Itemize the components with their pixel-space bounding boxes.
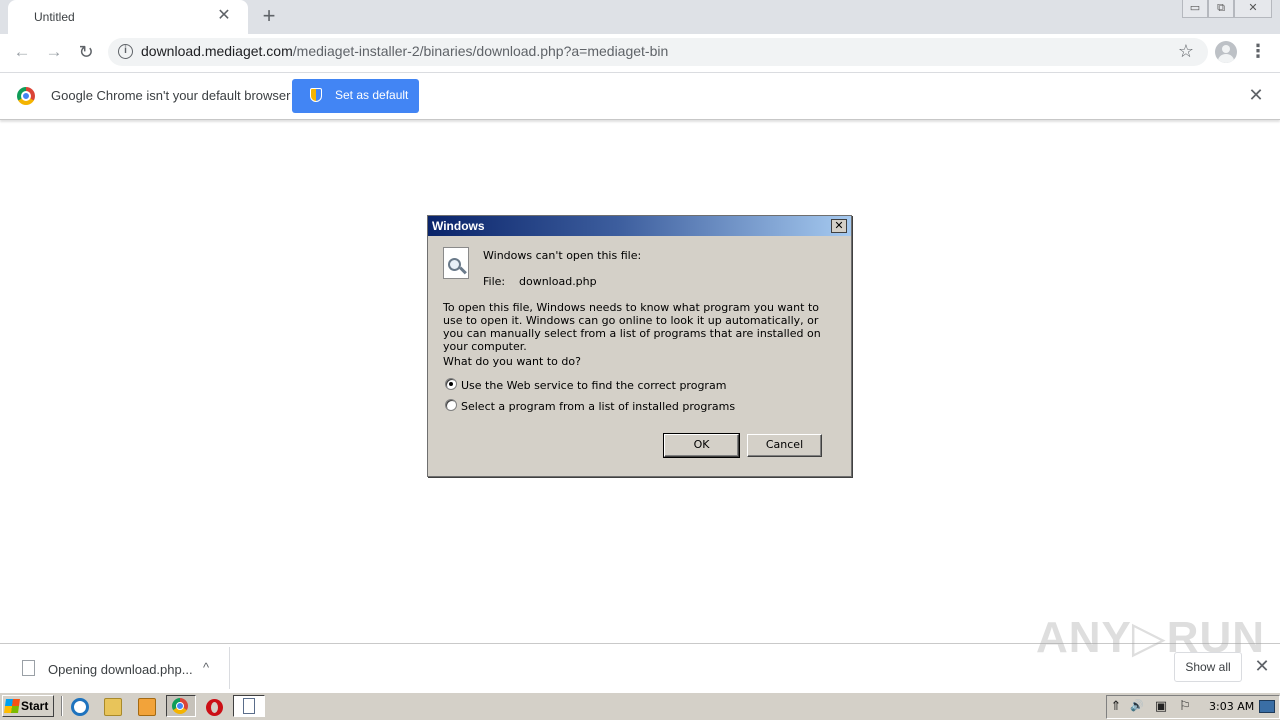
folder-icon[interactable] — [104, 698, 122, 716]
back-button[interactable]: ← — [11, 42, 33, 64]
reload-button[interactable]: ↻ — [75, 42, 97, 64]
file-search-icon — [443, 247, 469, 279]
chrome-icon-center — [176, 702, 184, 710]
start-label: Start — [21, 699, 49, 713]
minimize-button[interactable]: ▭ — [1182, 0, 1208, 18]
dialog-close-icon[interactable]: ✕ — [831, 219, 847, 233]
dialog-question: What do you want to do? — [443, 355, 581, 368]
media-player-icon[interactable] — [138, 698, 156, 716]
infobar-close-icon[interactable]: ✕ — [1248, 86, 1264, 104]
radio-web-service-label[interactable]: Use the Web service to find the correct … — [461, 379, 726, 392]
opera-icon[interactable] — [206, 699, 223, 716]
tab-close-icon[interactable]: ✕ — [216, 8, 232, 24]
internet-explorer-icon[interactable] — [71, 698, 89, 716]
dialog-title: Windows — [432, 219, 485, 233]
cancel-button[interactable]: Cancel — [747, 434, 822, 457]
new-tab-button[interactable]: + — [258, 5, 280, 28]
dialog-description: To open this file, Windows needs to know… — [443, 301, 821, 353]
file-name: download.php — [519, 275, 597, 288]
file-icon — [22, 660, 35, 676]
uac-shield-icon — [310, 88, 322, 102]
radio-selected-dot — [449, 382, 453, 386]
file-label: File: — [483, 275, 506, 288]
dialog-titlebar[interactable] — [428, 216, 851, 236]
radio-installed-programs-label[interactable]: Select a program from a list of installe… — [461, 400, 735, 413]
infobar-message: Google Chrome isn't your default browser — [51, 88, 291, 103]
url-path: /mediaget-installer-2/binaries/download.… — [292, 43, 669, 59]
download-item-text: Opening download.php... — [48, 662, 193, 677]
avatar-body — [1218, 54, 1234, 63]
chrome-logo-center — [21, 91, 31, 101]
url-text[interactable]: download.mediaget.com/mediaget-installer… — [141, 43, 668, 59]
profile-avatar-icon[interactable] — [1215, 41, 1237, 63]
show-desktop-icon[interactable] — [1259, 700, 1275, 713]
shelf-close-icon[interactable]: ✕ — [1254, 657, 1270, 675]
speaker-icon[interactable]: 🔊 — [1130, 699, 1144, 713]
radio-web-service[interactable] — [445, 378, 457, 390]
tab-title: Untitled — [34, 10, 75, 24]
set-as-default-label: Set as default — [335, 88, 409, 102]
chrome-logo-icon — [17, 87, 35, 105]
flag-icon[interactable]: ⚐ — [1178, 699, 1192, 713]
radio-installed-programs[interactable] — [445, 399, 457, 411]
document-icon — [243, 698, 255, 714]
magnifier-handle — [459, 266, 467, 275]
restore-button[interactable]: ⧉ — [1208, 0, 1234, 18]
chrome-icon — [172, 698, 188, 714]
windows-logo-icon — [4, 699, 20, 713]
forward-button[interactable]: → — [43, 42, 65, 64]
up-arrow-icon[interactable]: ⇑ — [1109, 699, 1123, 713]
window-close-button[interactable]: ✕ — [1234, 0, 1272, 18]
network-icon[interactable]: ▣ — [1154, 699, 1168, 713]
menu-kebab-icon[interactable]: ⋮ — [1248, 41, 1268, 61]
ok-button[interactable]: OK — [663, 433, 740, 458]
bookmark-star-icon[interactable]: ☆ — [1176, 41, 1196, 61]
opera-icon-center — [211, 702, 218, 713]
taskbar-separator — [61, 696, 63, 716]
clock[interactable]: 3:03 AM — [1209, 700, 1254, 713]
dialog-heading: Windows can't open this file: — [483, 249, 642, 262]
show-all-button[interactable]: Show all — [1174, 652, 1242, 682]
site-info-icon[interactable]: i — [118, 44, 133, 59]
chevron-up-icon[interactable]: ^ — [198, 660, 214, 676]
avatar-head — [1222, 45, 1230, 53]
url-host: download.mediaget.com — [141, 43, 293, 59]
